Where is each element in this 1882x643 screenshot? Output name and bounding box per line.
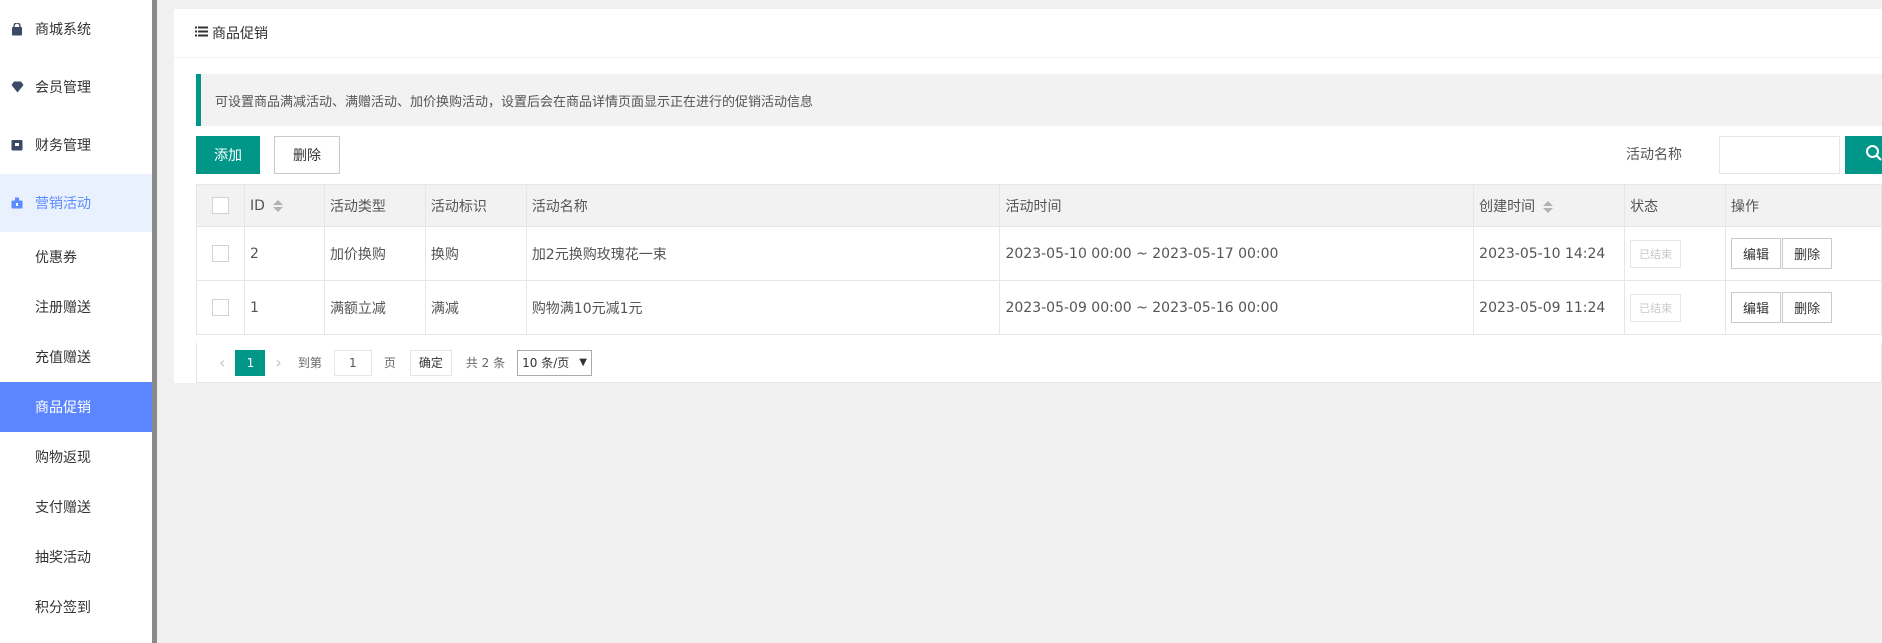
column-header-name: 活动名称 <box>525 184 1001 227</box>
sidebar-subitem-payment-gift[interactable]: 支付赠送 <box>0 482 152 532</box>
sidebar-subitem-lottery[interactable]: 抽奖活动 <box>0 532 152 582</box>
promotion-table: ID 活动类型 活动标识 活动名称 活动时间 创建时间 状态 操作 2 加价换购… <box>196 184 1882 335</box>
sidebar-subitem-cashback[interactable]: 购物返现 <box>0 432 152 482</box>
sidebar-subitem-register-gift[interactable]: 注册赠送 <box>0 282 152 332</box>
cell-name: 购物满10元减1元 <box>525 280 1001 335</box>
page-size-value: 10 条/页 <box>522 356 570 370</box>
next-page-icon[interactable]: › <box>275 353 281 372</box>
search-input[interactable] <box>1719 136 1840 174</box>
column-header-created[interactable]: 创建时间 <box>1473 184 1626 227</box>
cell-created: 2023-05-10 14:24 <box>1473 226 1626 281</box>
column-header-tag: 活动标识 <box>424 184 527 227</box>
diamond-icon <box>10 80 24 94</box>
prev-page-icon[interactable]: ‹ <box>219 353 225 372</box>
sidebar-item-shop-system[interactable]: 商城系统 <box>0 0 152 58</box>
sort-icon[interactable] <box>1543 200 1554 213</box>
cell-tag: 换购 <box>424 226 527 281</box>
table-row: 1 满额立减 满减 购物满10元减1元 2023-05-09 00:00 ~ 2… <box>196 280 1882 335</box>
sidebar-subitem-recharge-gift[interactable]: 充值赠送 <box>0 332 152 382</box>
table-row: 2 加价换购 换购 加2元换购玫瑰花一束 2023-05-10 00:00 ~ … <box>196 226 1882 281</box>
cell-time: 2023-05-09 00:00 ~ 2023-05-16 00:00 <box>999 280 1475 335</box>
cell-id: 2 <box>243 226 325 281</box>
main-panel: 商品促销 可设置商品满减活动、满赠活动、加价换购活动，设置后会在商品详情页面显示… <box>174 9 1882 383</box>
goto-label: 到第 <box>297 356 322 370</box>
sidebar-subitem-product-promotion[interactable]: 商品促销 <box>0 382 152 432</box>
sidebar-item-label: 营销活动 <box>35 196 91 212</box>
sidebar-item-members[interactable]: 会员管理 <box>0 58 152 116</box>
select-all-checkbox[interactable] <box>211 197 229 214</box>
row-checkbox[interactable] <box>211 299 229 316</box>
row-delete-button[interactable]: 删除 <box>1782 292 1833 323</box>
sidebar-item-label: 财务管理 <box>35 138 91 154</box>
sidebar-item-label: 会员管理 <box>35 80 91 96</box>
list-icon <box>195 26 208 41</box>
search-label: 活动名称 <box>1626 147 1682 163</box>
toolbar: 添加 删除 活动名称 <box>196 136 1882 176</box>
chevron-down-icon: ▼ <box>579 357 587 368</box>
cell-name: 加2元换购玫瑰花一束 <box>525 226 1001 281</box>
delete-button[interactable]: 删除 <box>274 136 340 174</box>
row-checkbox[interactable] <box>211 245 229 262</box>
cell-time: 2023-05-10 00:00 ~ 2023-05-17 00:00 <box>999 226 1475 281</box>
add-button[interactable]: 添加 <box>196 136 260 174</box>
column-header-actions: 操作 <box>1725 184 1882 227</box>
page-number-current[interactable]: 1 <box>235 349 266 376</box>
column-header-type: 活动类型 <box>323 184 426 227</box>
pagination: ‹ 1 › 到第 1 页 确定 共 2 条 10 条/页 ▼ <box>196 343 1882 383</box>
cell-tag: 满减 <box>424 280 527 335</box>
sort-icon[interactable] <box>272 199 283 212</box>
page-title: 商品促销 <box>212 26 268 42</box>
notice-banner: 可设置商品满减活动、满赠活动、加价换购活动，设置后会在商品详情页面显示正在进行的… <box>196 74 1882 126</box>
column-header-status: 状态 <box>1624 184 1727 227</box>
status-badge: 已结束 <box>1630 293 1682 322</box>
cell-created: 2023-05-09 11:24 <box>1473 280 1626 335</box>
search-icon <box>1865 144 1882 166</box>
column-header-time: 活动时间 <box>999 184 1475 227</box>
edit-button[interactable]: 编辑 <box>1731 238 1782 269</box>
goto-page-input[interactable]: 1 <box>333 349 372 376</box>
cell-id: 1 <box>243 280 325 335</box>
cell-type: 加价换购 <box>323 226 426 281</box>
search-button[interactable] <box>1845 136 1882 174</box>
table-header-row: ID 活动类型 活动标识 活动名称 活动时间 创建时间 状态 操作 <box>196 184 1882 227</box>
goto-confirm-button[interactable]: 确定 <box>409 349 452 376</box>
cell-type: 满额立减 <box>323 280 426 335</box>
sidebar-subitem-coupon[interactable]: 优惠券 <box>0 232 152 282</box>
page-unit-label: 页 <box>383 356 396 370</box>
total-count: 共 2 条 <box>465 356 506 370</box>
row-delete-button[interactable]: 删除 <box>1782 238 1833 269</box>
sidebar: 商城系统 会员管理 财务管理 营销活动 优惠券 注册赠送 充值赠送 商品促销 购… <box>0 0 157 643</box>
panel-header: 商品促销 <box>174 9 1882 58</box>
status-badge: 已结束 <box>1630 239 1682 268</box>
sidebar-item-finance[interactable]: 财务管理 <box>0 116 152 174</box>
shop-bag-icon <box>10 22 24 36</box>
gift-icon <box>10 196 24 210</box>
page-size-select[interactable]: 10 条/页 ▼ <box>517 349 592 376</box>
edit-button[interactable]: 编辑 <box>1731 292 1782 323</box>
sidebar-subitem-checkin[interactable]: 积分签到 <box>0 582 152 632</box>
wallet-icon <box>10 138 24 152</box>
column-header-id[interactable]: ID <box>243 184 325 227</box>
sidebar-item-label: 商城系统 <box>35 22 91 38</box>
sidebar-item-marketing[interactable]: 营销活动 <box>0 174 152 232</box>
